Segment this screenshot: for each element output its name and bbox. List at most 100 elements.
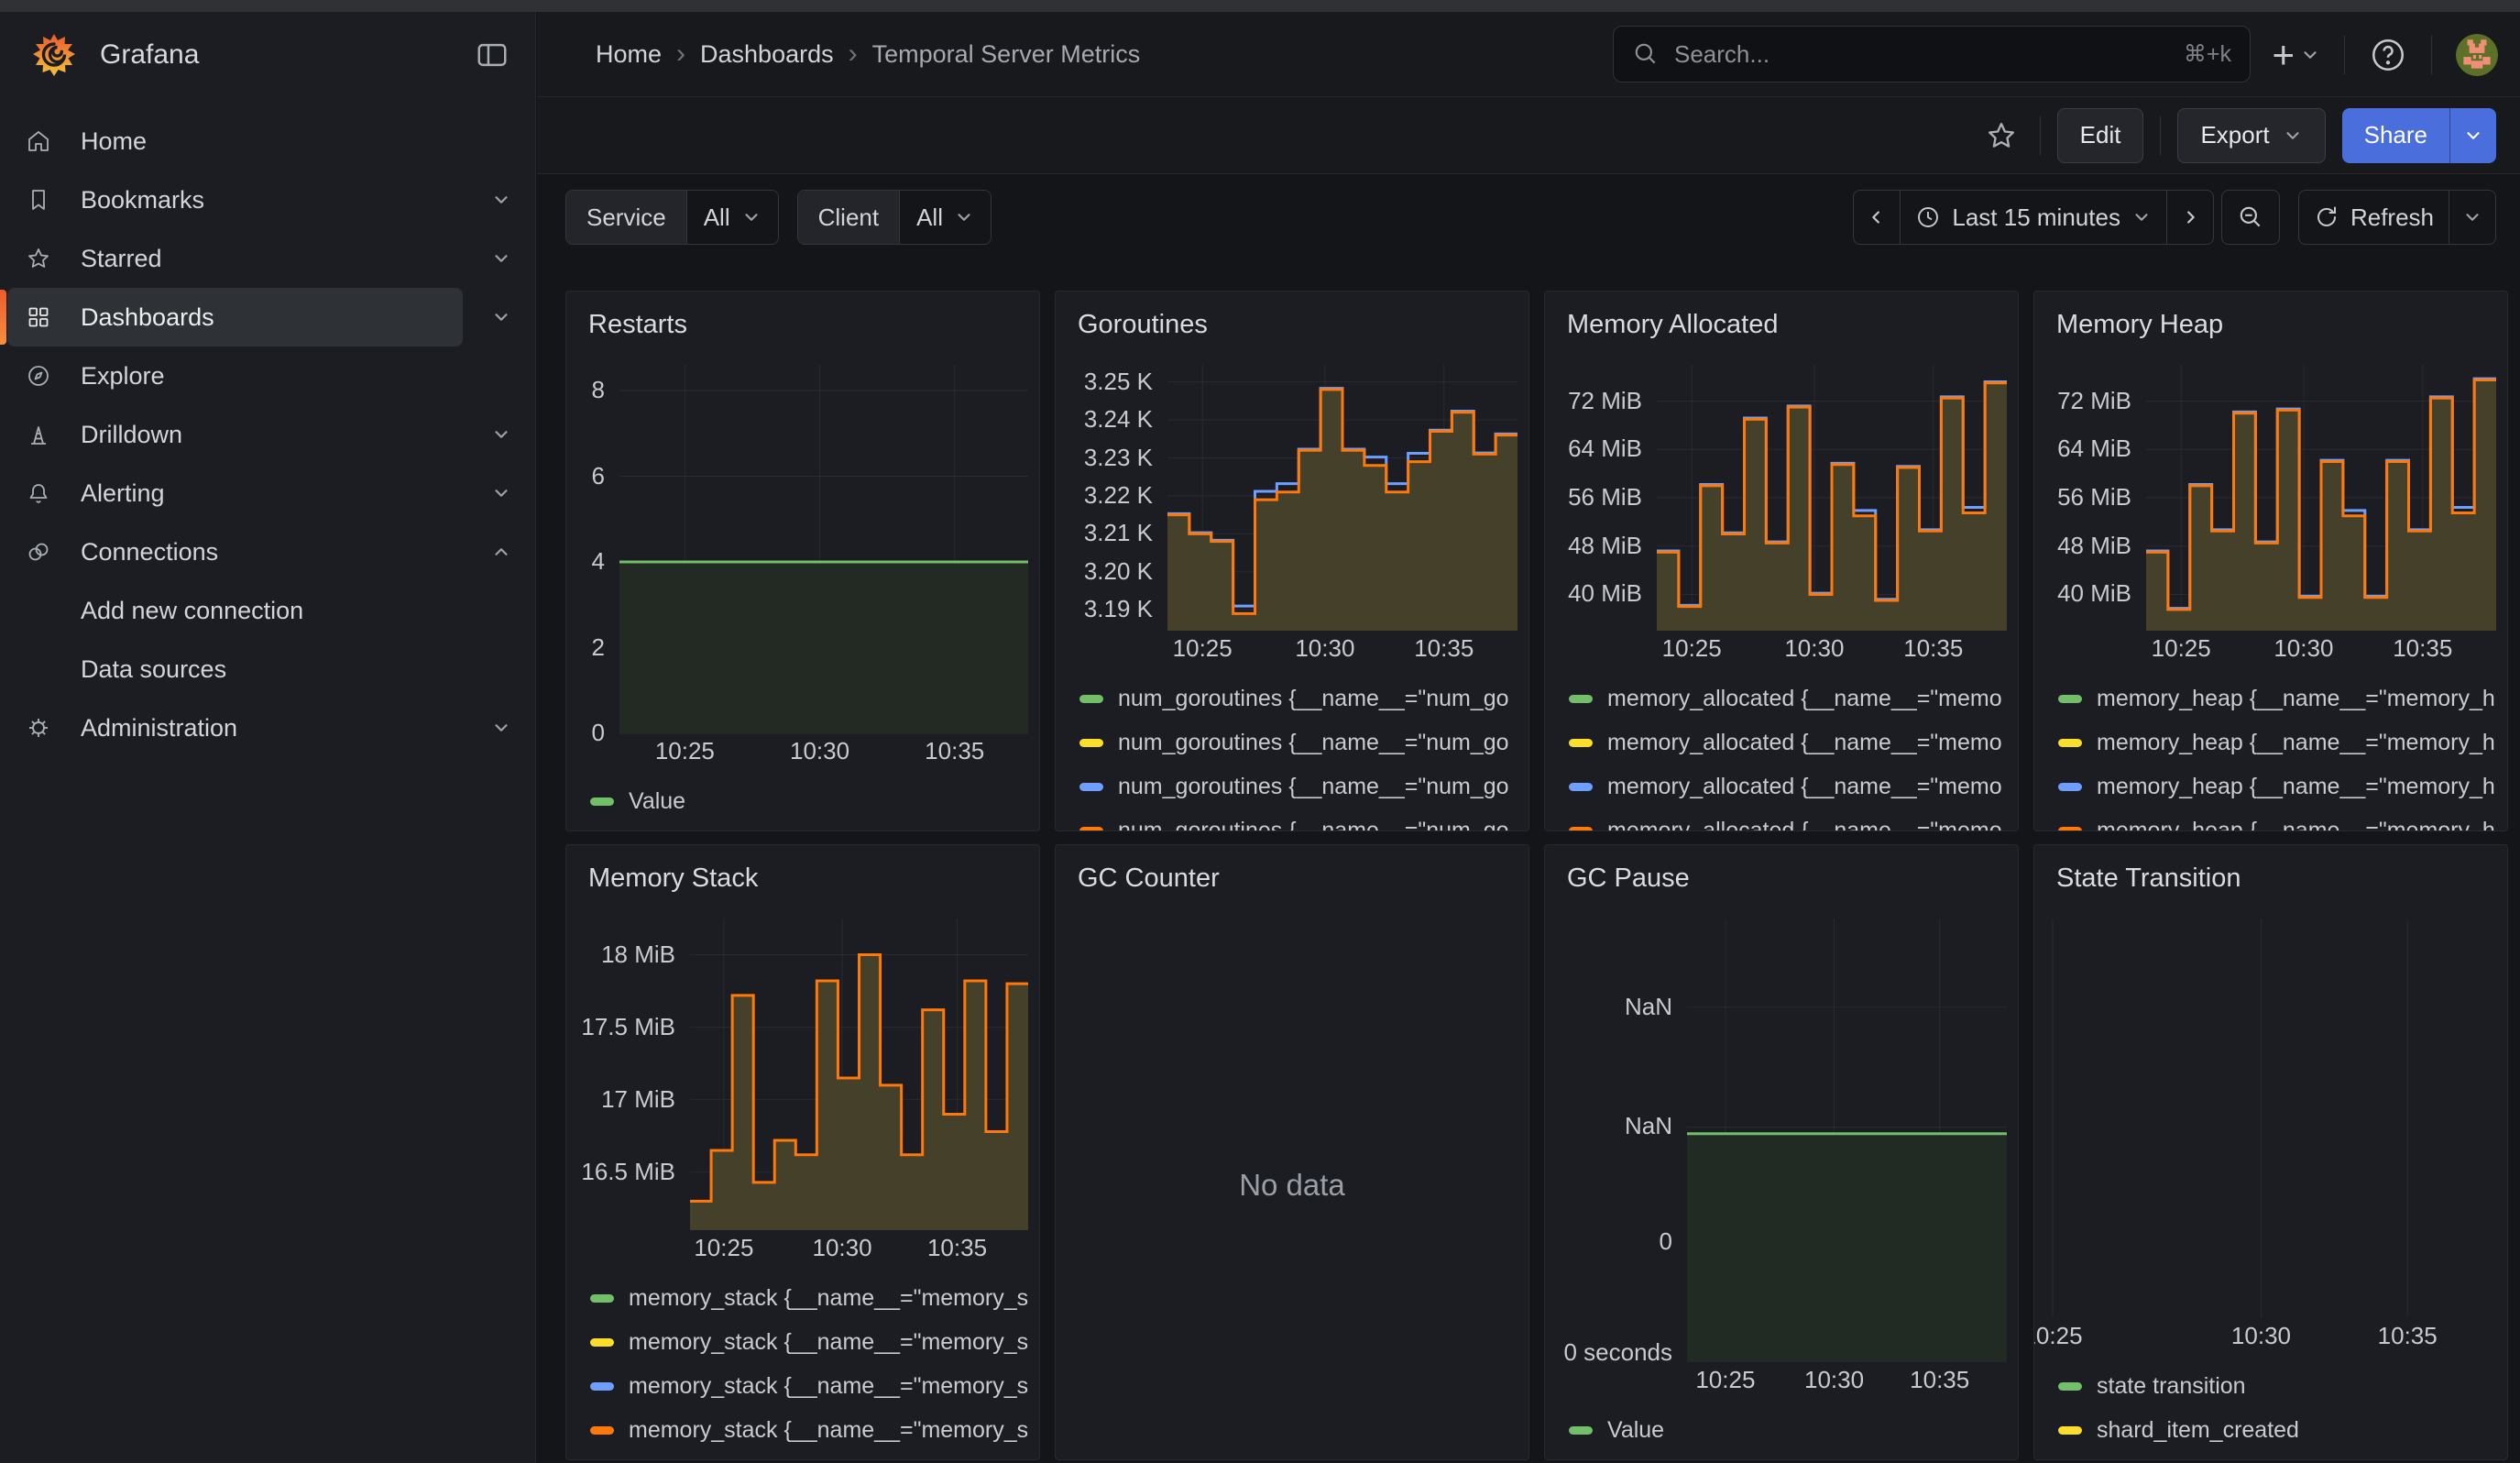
panel-title[interactable]: Memory Heap — [2034, 292, 2507, 358]
legend: memory_stack {__name__="memory_smemory_s… — [566, 1272, 1039, 1459]
legend-item[interactable]: memory_heap {__name__="memory_h — [2058, 764, 2507, 808]
search-input[interactable]: ⌘+k — [1613, 26, 2251, 82]
client-variable-value[interactable]: All — [899, 191, 991, 244]
share-dropdown-button[interactable] — [2449, 108, 2496, 163]
chevron-down-icon[interactable] — [491, 483, 511, 503]
x-axis-label: 10:30 — [1804, 1366, 1864, 1394]
no-data-message: No data — [1056, 911, 1528, 1459]
legend-item[interactable]: num_goroutines {__name__="num_go — [1079, 676, 1528, 720]
x-axis-label: 10:30 — [813, 1234, 872, 1262]
sidebar-item-add-new-connection[interactable]: Add new connection — [0, 581, 535, 640]
legend-item[interactable]: memory_heap {__name__="memory_h — [2058, 808, 2507, 830]
sidebar-item-dashboards[interactable]: Dashboards — [0, 288, 535, 346]
drilldown-icon — [26, 422, 51, 447]
panel-title[interactable]: Memory Stack — [566, 845, 1039, 911]
sidebar-item-drilldown[interactable]: Drilldown — [0, 405, 535, 464]
sidebar-item-alerting[interactable]: Alerting — [0, 464, 535, 522]
chevron-down-icon[interactable] — [491, 307, 511, 327]
dock-sidebar-icon[interactable] — [475, 38, 509, 72]
legend-label: memory_heap {__name__="memory_h — [2097, 730, 2495, 756]
sidebar-item-administration[interactable]: Administration — [0, 698, 535, 757]
legend: num_goroutines {__name__="num_gonum_goro… — [1056, 673, 1528, 830]
search-shortcut: ⌘+k — [2184, 40, 2231, 68]
panel-title[interactable]: Restarts — [566, 292, 1039, 358]
divider — [2160, 116, 2161, 155]
panel-title[interactable]: State Transition — [2034, 845, 2507, 911]
legend-item[interactable]: state transition — [2058, 1364, 2507, 1408]
x-axis-label: 10:35 — [1903, 634, 1963, 663]
legend-label: memory_stack {__name__="memory_s — [629, 1417, 1028, 1444]
goroutines-chart[interactable]: 3.25 K3.24 K3.23 K3.22 K3.21 K3.20 K3.19… — [1056, 358, 1528, 632]
legend: state transitionshard_item_created — [2034, 1360, 2507, 1459]
grafana-logo-icon[interactable] — [30, 31, 78, 79]
time-range-picker[interactable]: Last 15 minutes — [1900, 191, 2166, 244]
sidebar-item-starred[interactable]: Starred — [0, 229, 535, 288]
legend-item[interactable]: memory_heap {__name__="memory_h — [2058, 676, 2507, 720]
chevron-up-icon[interactable] — [491, 542, 511, 562]
panel-title[interactable]: Memory Allocated — [1545, 292, 2018, 358]
panel-title[interactable]: GC Pause — [1545, 845, 2018, 911]
chevron-down-icon — [741, 207, 761, 227]
memory-heap-chart[interactable]: 72 MiB64 MiB56 MiB48 MiB40 MiB — [2034, 358, 2507, 632]
add-new-button[interactable]: + — [2272, 33, 2320, 77]
help-icon[interactable] — [2369, 36, 2407, 74]
legend-color-pill — [2058, 695, 2082, 703]
memory-stack-chart[interactable]: 18 MiB17.5 MiB17 MiB16.5 MiB — [566, 911, 1039, 1232]
legend-item[interactable]: memory_stack {__name__="memory_s — [590, 1276, 1039, 1320]
bell-icon — [26, 480, 51, 506]
export-button[interactable]: Export — [2177, 108, 2325, 163]
legend-item[interactable]: num_goroutines {__name__="num_go — [1079, 764, 1528, 808]
client-variable: Client All — [797, 190, 992, 245]
legend-item[interactable]: Value — [590, 779, 1039, 823]
dashboards-grid-icon — [26, 304, 51, 330]
sidebar-item-home[interactable]: Home — [0, 112, 535, 170]
star-icon — [26, 246, 51, 271]
legend-item[interactable]: memory_allocated {__name__="memo — [1569, 808, 2018, 830]
favorite-star-button[interactable] — [1979, 114, 2023, 158]
chevron-down-icon — [2463, 126, 2483, 146]
breadcrumb-dashboards[interactable]: Dashboards — [700, 40, 834, 69]
legend-item[interactable]: memory_heap {__name__="memory_h — [2058, 720, 2507, 764]
refresh-button[interactable]: Refresh — [2299, 191, 2449, 244]
compass-icon — [26, 363, 51, 389]
sidebar-item-explore[interactable]: Explore — [0, 346, 535, 405]
breadcrumb-home[interactable]: Home — [596, 40, 662, 69]
panel-title[interactable]: Goroutines — [1056, 292, 1528, 358]
chevron-down-icon[interactable] — [491, 718, 511, 738]
time-shift-forward-button[interactable] — [2166, 191, 2213, 244]
zoom-out-button[interactable] — [2222, 191, 2279, 244]
restarts-chart[interactable]: 86420 — [566, 358, 1039, 735]
legend-item[interactable]: memory_allocated {__name__="memo — [1569, 720, 2018, 764]
memory-allocated-chart[interactable]: 72 MiB64 MiB56 MiB48 MiB40 MiB — [1545, 358, 2018, 632]
time-shift-back-button[interactable] — [1854, 191, 1900, 244]
legend-item[interactable]: num_goroutines {__name__="num_go — [1079, 720, 1528, 764]
state-transition-chart[interactable] — [2034, 911, 2507, 1320]
refresh-interval-dropdown[interactable] — [2449, 191, 2495, 244]
search-icon — [1632, 40, 1660, 68]
legend-item[interactable]: memory_stack {__name__="memory_s — [590, 1320, 1039, 1364]
x-axis-label: 10:35 — [1910, 1366, 1969, 1394]
x-axis-label: 10:35 — [2393, 634, 2452, 663]
legend-item[interactable]: memory_allocated {__name__="memo — [1569, 676, 2018, 720]
gc-pause-chart[interactable]: NaNNaN00 seconds — [1545, 911, 2018, 1364]
service-variable-value[interactable]: All — [686, 191, 778, 244]
share-button[interactable]: Share — [2342, 108, 2449, 163]
edit-button[interactable]: Edit — [2057, 108, 2144, 163]
link-icon — [26, 539, 51, 565]
sidebar-item-bookmarks[interactable]: Bookmarks — [0, 170, 535, 229]
dashboard-toolbar: Edit Export Share — [537, 97, 2520, 174]
panel-title[interactable]: GC Counter — [1056, 845, 1528, 911]
sidebar-item-connections[interactable]: Connections — [0, 522, 535, 581]
legend-item[interactable]: Value — [1569, 1408, 2018, 1452]
chevron-down-icon[interactable] — [491, 248, 511, 269]
legend-item[interactable]: memory_stack {__name__="memory_s — [590, 1408, 1039, 1452]
legend-item[interactable]: memory_stack {__name__="memory_s — [590, 1364, 1039, 1408]
chevron-down-icon[interactable] — [491, 424, 511, 445]
legend-item[interactable]: shard_item_created — [2058, 1408, 2507, 1452]
avatar[interactable] — [2456, 34, 2498, 76]
chevron-down-icon[interactable] — [491, 190, 511, 210]
legend-item[interactable]: memory_allocated {__name__="memo — [1569, 764, 2018, 808]
legend-item[interactable]: num_goroutines {__name__="num_go — [1079, 808, 1528, 830]
legend-color-pill — [1569, 827, 1593, 831]
sidebar-item-data-sources[interactable]: Data sources — [0, 640, 535, 698]
